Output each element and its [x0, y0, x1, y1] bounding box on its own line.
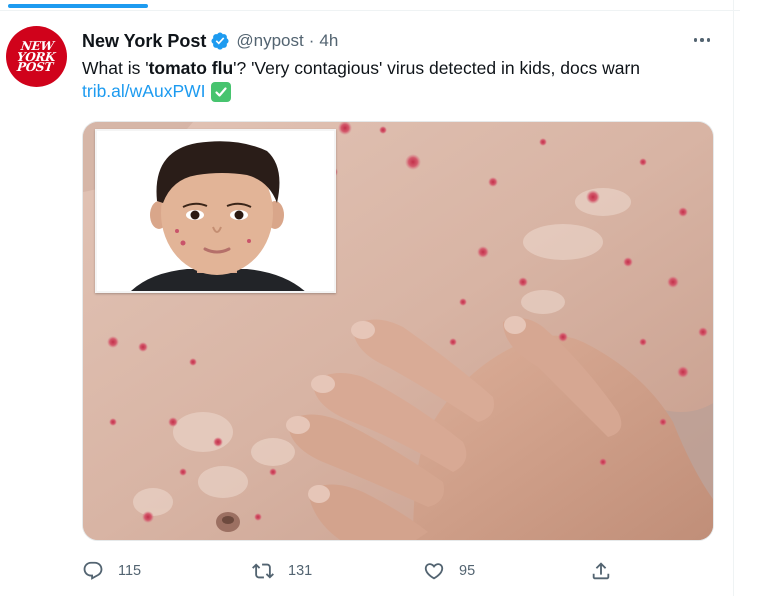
verified-badge-icon [211, 32, 229, 50]
like-button[interactable]: 95 [423, 556, 475, 586]
more-dot [693, 38, 698, 42]
avatar[interactable]: NEW YORK POST [6, 26, 67, 87]
retweet-icon [252, 563, 274, 579]
separator-dot: · [308, 31, 315, 50]
tweet-media-image[interactable] [82, 121, 714, 541]
child-portrait-photo [97, 131, 334, 291]
tweet-text: What is 'tomato flu'? 'Very contagious' … [82, 56, 640, 80]
share-button[interactable] [590, 556, 612, 586]
check-mark-button-icon [210, 81, 231, 102]
reply-count: 115 [118, 563, 142, 579]
reply-icon [83, 561, 103, 580]
retweet-count: 131 [288, 563, 313, 579]
tweet-text-bold: tomato flu [148, 58, 234, 78]
handle[interactable]: @nypost [236, 31, 303, 51]
display-name[interactable]: New York Post [82, 31, 206, 52]
like-count: 95 [459, 563, 476, 579]
tweet-link-line: trib.al/wAuxPWI [82, 81, 231, 102]
more-dot [706, 38, 711, 42]
share-icon [592, 562, 610, 580]
right-divider [733, 0, 734, 596]
tweet-text-prefix: What is ' [82, 58, 149, 78]
avatar-logo-line: POST [16, 59, 55, 74]
tweet-header: New York Post @nypost · 4h [82, 29, 338, 53]
timestamp[interactable]: 4h [319, 31, 338, 51]
tweet-text-suffix: '? 'Very contagious' virus detected in k… [233, 58, 641, 78]
top-divider [0, 10, 740, 11]
more-dot [700, 38, 704, 42]
tweet-actions-bar: 115 131 95 [82, 556, 622, 586]
more-options-button[interactable] [690, 31, 714, 49]
retweet-button[interactable]: 131 [252, 556, 312, 586]
top-progress-bar [8, 4, 148, 8]
heart-icon [424, 563, 444, 580]
avatar-logo: NEW YORK POST [16, 39, 58, 74]
reply-button[interactable]: 115 [82, 556, 141, 586]
tweet-link[interactable]: trib.al/wAuxPWI [82, 81, 206, 102]
child-portrait-inset [95, 129, 336, 293]
